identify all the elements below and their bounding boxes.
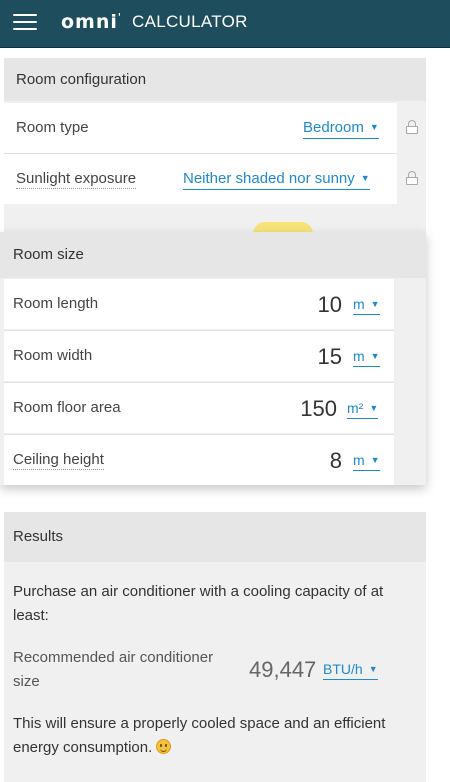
smiley-icon xyxy=(156,739,172,754)
results-intro-text: Purchase an air conditioner with a cooli… xyxy=(13,583,384,624)
room-floor-area-value[interactable]: 150 xyxy=(300,396,337,422)
room-configuration-title: Room configuration xyxy=(4,58,426,101)
sunlight-exposure-row: Sunlight exposure Neither shaded nor sun… xyxy=(4,154,397,204)
sunlight-exposure-label[interactable]: Sunlight exposure xyxy=(16,170,137,189)
lock-icon[interactable] xyxy=(406,120,418,134)
logo-calculator-text[interactable]: CALCULATOR xyxy=(132,12,248,32)
ceiling-height-value[interactable]: 8 xyxy=(330,448,342,474)
caret-down-icon: ▼ xyxy=(360,173,370,183)
room-length-unit-select[interactable]: m ▼ xyxy=(353,296,380,315)
room-floor-area-label: Room floor area xyxy=(13,399,121,416)
results-title: Results xyxy=(4,512,426,562)
ceiling-height-unit-select[interactable]: m ▼ xyxy=(353,452,380,471)
caret-down-icon: ▼ xyxy=(369,403,379,413)
room-width-unit-select[interactable]: m ▼ xyxy=(353,348,380,367)
results-card: Results Purchase an air conditioner with… xyxy=(4,512,426,782)
caret-down-icon: ▼ xyxy=(368,664,378,674)
room-type-select[interactable]: Bedroom ▼ xyxy=(303,119,379,139)
room-type-row: Room type Bedroom ▼ xyxy=(4,103,397,153)
ceiling-height-row: Ceiling height 8 m ▼ xyxy=(4,435,394,485)
lock-icon[interactable] xyxy=(406,171,418,185)
top-bar: omni' CALCULATOR xyxy=(0,0,450,48)
caret-down-icon: ▼ xyxy=(370,299,380,309)
results-outro-text: This will ensure a properly cooled space… xyxy=(13,715,386,756)
caret-down-icon: ▼ xyxy=(370,455,380,465)
room-floor-area-unit-select[interactable]: m² ▼ xyxy=(347,400,379,419)
sunlight-exposure-select[interactable]: Neither shaded nor sunny ▼ xyxy=(183,170,370,190)
room-length-row: Room length 10 m ▼ xyxy=(4,279,394,329)
room-length-value[interactable]: 10 xyxy=(318,292,342,318)
room-length-label: Room length xyxy=(13,295,99,312)
recommended-size-label: Recommended air conditioner size xyxy=(13,649,214,690)
room-width-label: Room width xyxy=(13,347,93,364)
room-floor-area-row: Room floor area 150 m² ▼ xyxy=(4,383,394,433)
caret-down-icon: ▼ xyxy=(370,351,380,361)
recommended-size-value: 49,447 xyxy=(249,657,317,682)
hamburger-icon[interactable] xyxy=(13,14,37,32)
ceiling-height-label[interactable]: Ceiling height xyxy=(13,451,104,470)
room-size-title: Room size xyxy=(0,232,426,278)
room-type-label: Room type xyxy=(16,119,89,136)
room-width-row: Room width 15 m ▼ xyxy=(4,331,394,381)
room-size-card: Room size Room length 10 m ▼ Room width 1… xyxy=(0,232,426,485)
caret-down-icon: ▼ xyxy=(369,122,379,132)
omni-logo[interactable]: omni' xyxy=(61,11,122,33)
room-width-value[interactable]: 15 xyxy=(318,344,342,370)
recommended-size-unit-select[interactable]: BTU/h ▼ xyxy=(323,661,378,680)
